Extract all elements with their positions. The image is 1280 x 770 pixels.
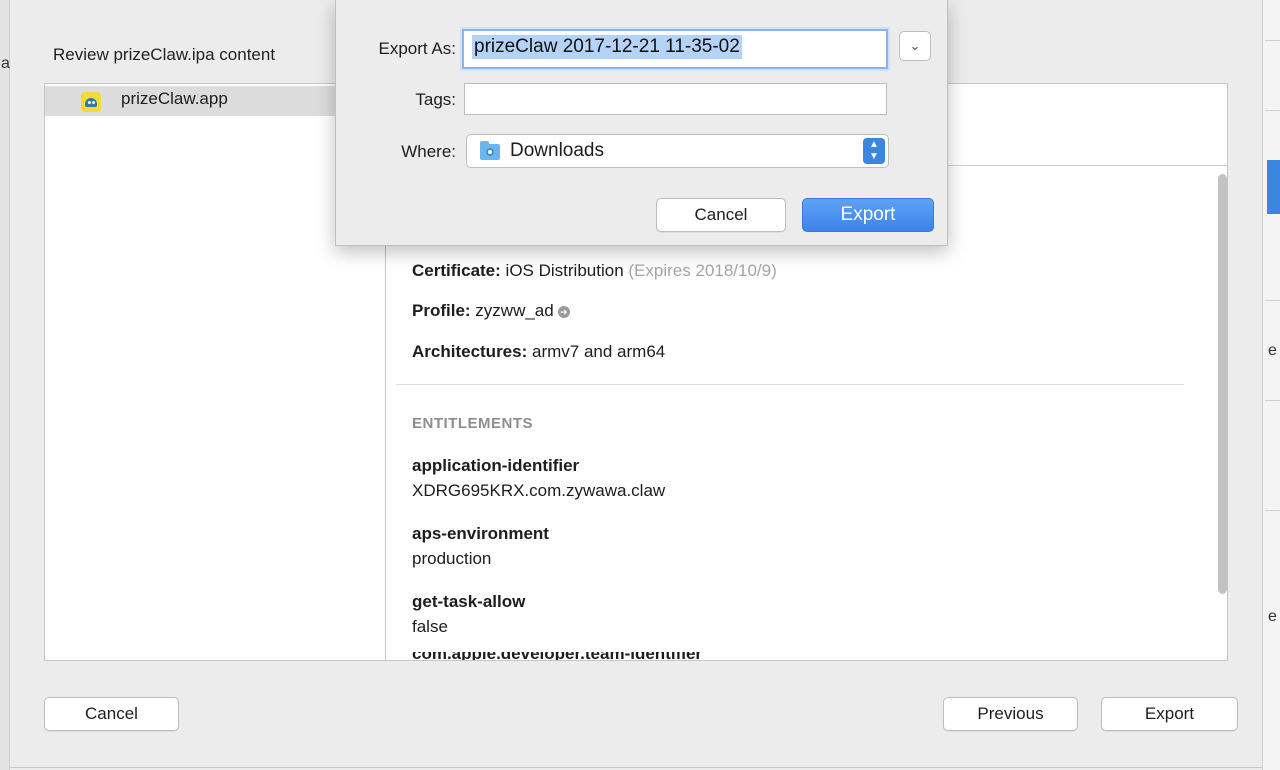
profile-label: Profile:	[412, 301, 471, 320]
app-icon	[81, 92, 101, 112]
background-window-right-edge: e e	[1262, 0, 1280, 770]
architectures-value: armv7 and arm64	[532, 342, 666, 361]
cancel-button[interactable]: Cancel	[44, 697, 179, 731]
edge-divider	[1265, 510, 1280, 511]
where-popup[interactable]: Downloads ▲ ▼	[466, 134, 889, 168]
where-value: Downloads	[510, 140, 604, 161]
entitlement-value: production	[412, 549, 492, 568]
tags-label: Tags:	[415, 90, 456, 109]
export-button[interactable]: Export	[1101, 697, 1238, 731]
edge-divider	[1265, 40, 1280, 41]
background-window-left-edge: a	[0, 0, 10, 770]
review-title: Review prizeClaw.ipa content	[53, 45, 276, 64]
app-name: prizeClaw.app	[121, 89, 228, 108]
up-down-stepper-icon: ▲ ▼	[863, 138, 885, 164]
edge-divider	[1265, 300, 1280, 301]
architectures-label: Architectures:	[412, 342, 528, 361]
dialog-export-button[interactable]: Export	[802, 198, 934, 232]
chevron-down-icon[interactable]: ⌄	[899, 31, 931, 61]
tags-field[interactable]	[464, 83, 887, 115]
entitlement-key: application-identifier	[412, 456, 580, 475]
background-fragment: a	[1, 55, 10, 72]
section-divider	[396, 384, 1184, 385]
dialog-cancel-button[interactable]: Cancel	[656, 198, 786, 232]
entitlements-header: ENTITLEMENTS	[412, 415, 533, 432]
details-scrollbar[interactable]	[1218, 174, 1227, 594]
arrow-circle-icon[interactable]: ➜	[557, 306, 570, 318]
certificate-row: Certificate: iOS Distribution (Expires 2…	[412, 261, 777, 281]
profile-value: zyzww_ad	[475, 301, 554, 320]
background-fragment: e	[1268, 342, 1277, 359]
entitlement-key: get-task-allow	[412, 592, 526, 611]
edge-divider	[1265, 110, 1280, 111]
entitlement-value: XDRG695KRX.com.zywawa.claw	[412, 481, 666, 500]
certificate-value: iOS Distribution	[505, 261, 624, 280]
edge-divider	[1265, 400, 1280, 401]
certificate-label: Certificate:	[412, 261, 501, 280]
previous-button[interactable]: Previous	[943, 697, 1078, 731]
architectures-row: Architectures: armv7 and arm64	[412, 342, 665, 362]
export-as-label: Export As:	[378, 39, 456, 58]
profile-row: Profile: zyzww_ad ➜	[412, 301, 570, 321]
export-as-field[interactable]: prizeClaw 2017-12-21 11-35-02	[462, 29, 888, 69]
entitlement-value: false	[412, 617, 448, 636]
export-as-value: prizeClaw 2017-12-21 11-35-02	[472, 35, 742, 59]
background-selection	[1267, 160, 1280, 214]
certificate-expiry: (Expires 2018/10/9)	[628, 261, 777, 280]
export-save-dialog: Export As: prizeClaw 2017-12-21 11-35-02…	[335, 0, 948, 246]
entitlement-key-partial-text: com.apple.developer.team-identifier	[412, 652, 792, 660]
entitlement-key-partial: com.apple.developer.team-identifier	[412, 652, 792, 660]
where-label: Where:	[401, 142, 456, 161]
entitlement-key: aps-environment	[412, 524, 549, 543]
background-fragment: e	[1268, 608, 1277, 625]
downloads-folder-icon	[480, 141, 500, 160]
